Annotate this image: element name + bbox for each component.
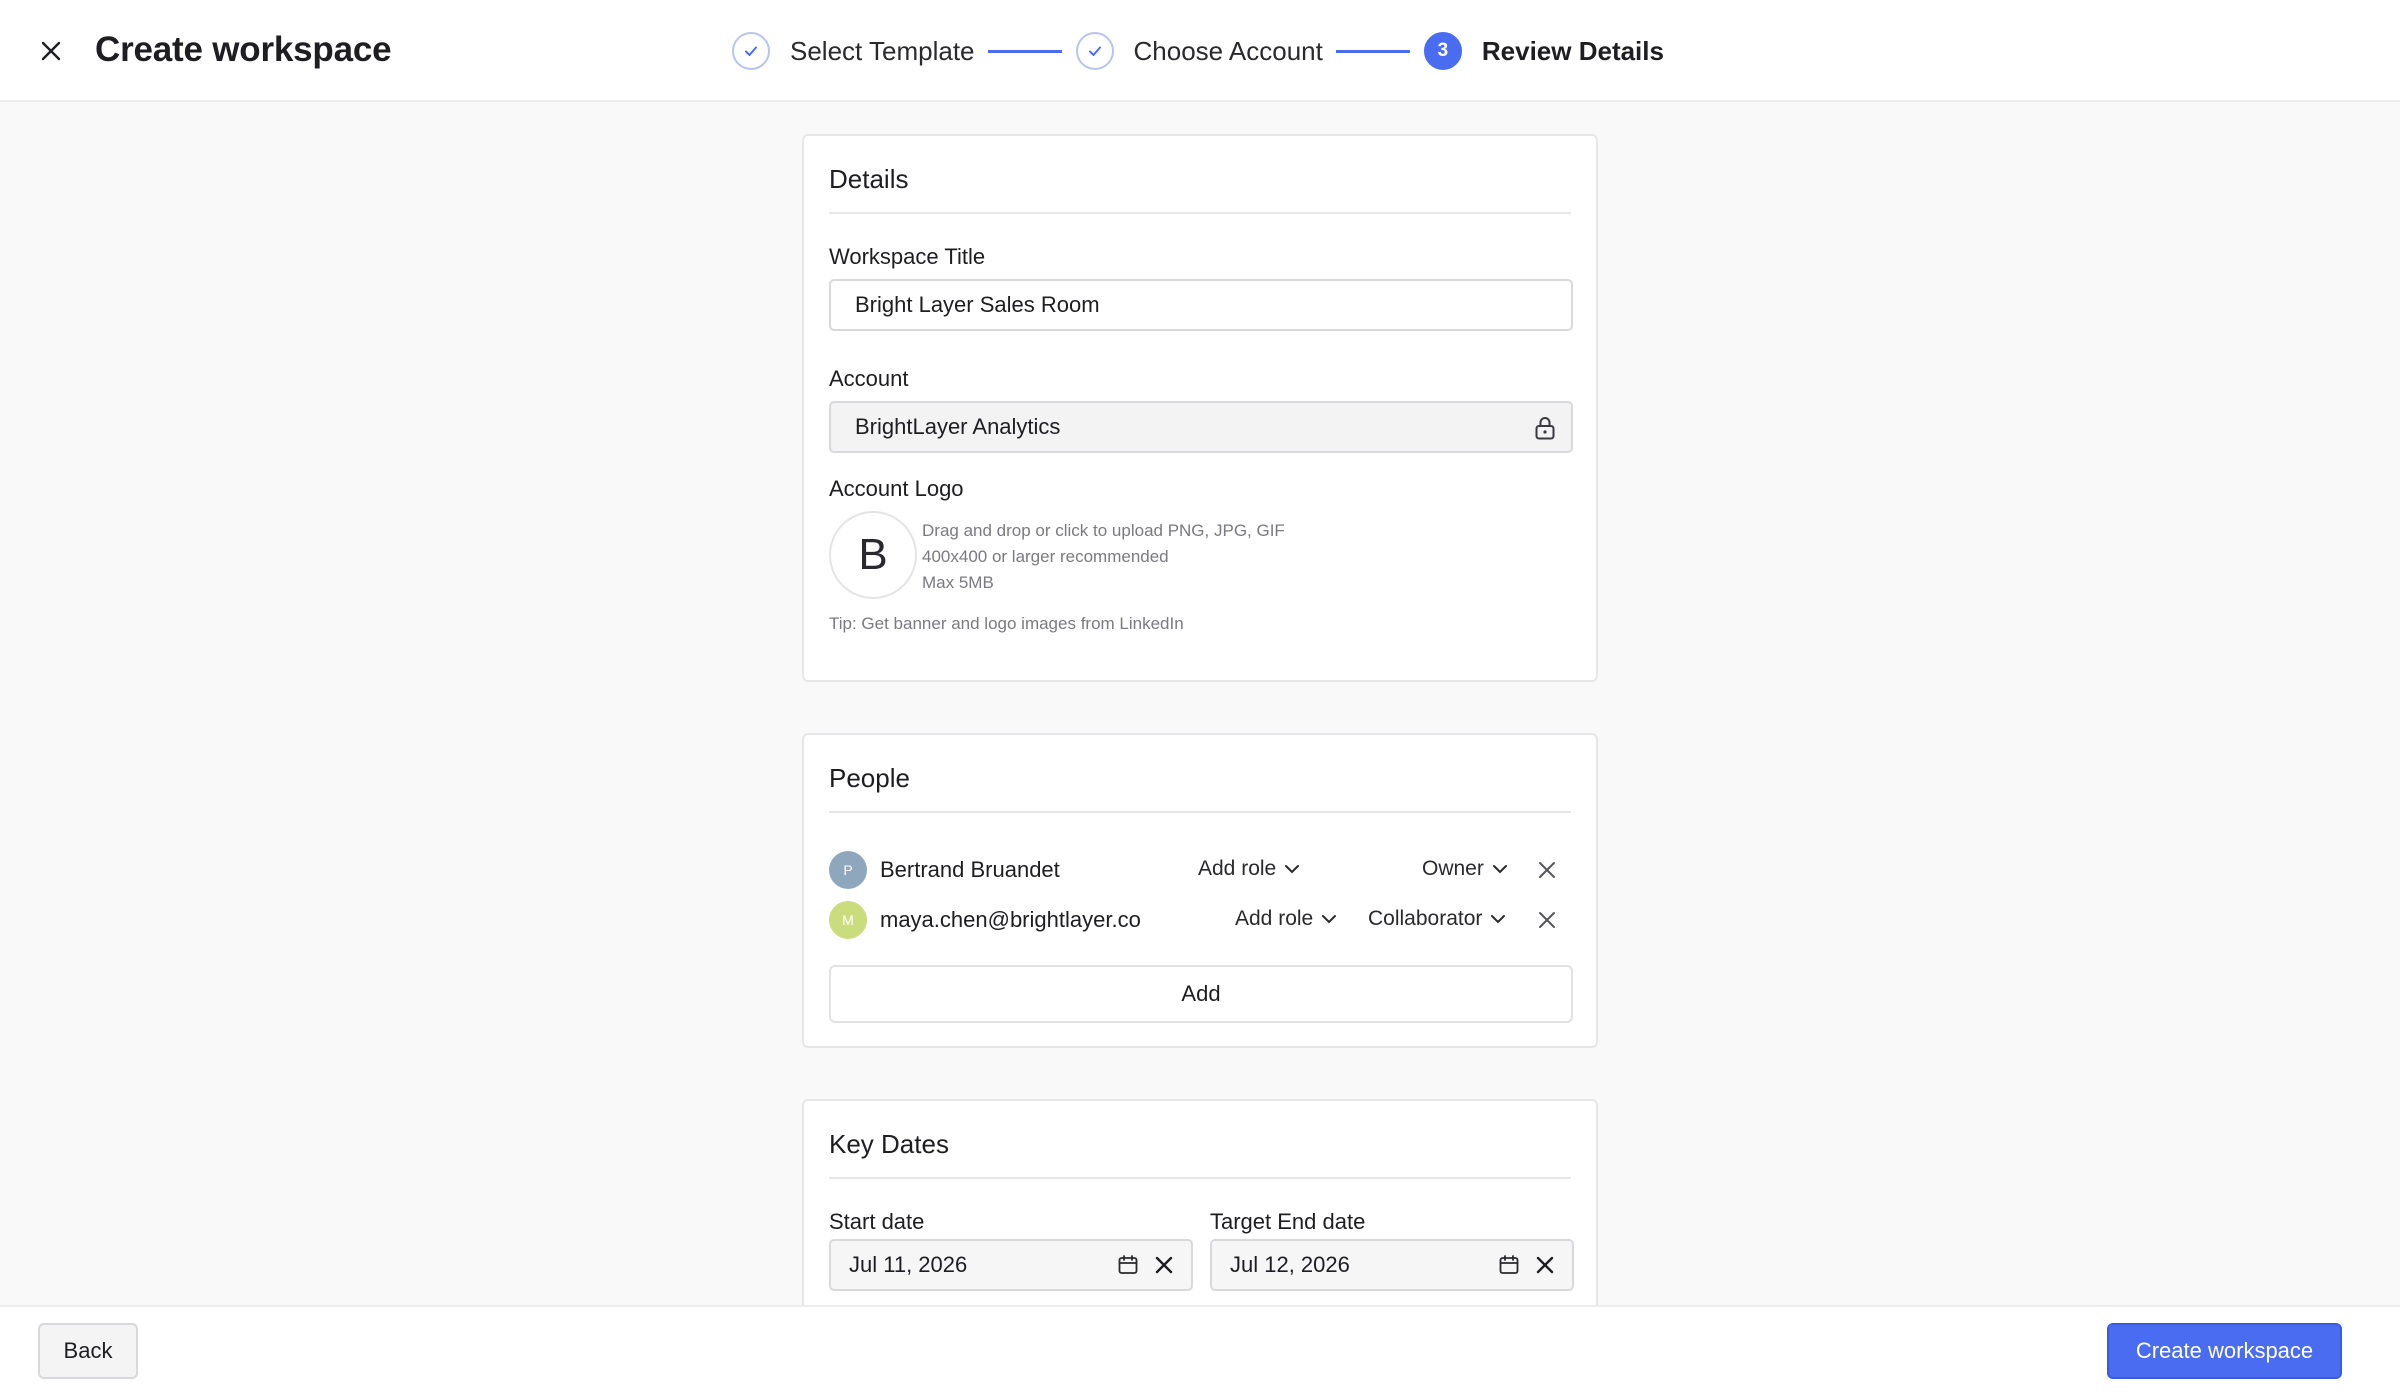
card-title: Details	[829, 164, 909, 194]
add-role-dropdown[interactable]: Add role	[1198, 857, 1300, 881]
permission-dropdown[interactable]: Owner	[1422, 857, 1508, 881]
account-logo-label: Account Logo	[829, 476, 964, 501]
add-person-button[interactable]: Add	[829, 965, 1573, 1023]
chevron-down-icon	[1285, 865, 1300, 874]
start-date-value: Jul 11, 2026	[849, 1252, 968, 1277]
workspace-title-label: Workspace Title	[829, 244, 986, 269]
add-role-dropdown[interactable]: Add role	[1235, 907, 1337, 931]
step-label: Select Template	[790, 35, 975, 66]
start-date-input[interactable]: Jul 11, 2026	[829, 1239, 1193, 1291]
end-date-value: Jul 12, 2026	[1230, 1252, 1350, 1277]
upload-hint-max: Max 5MB	[922, 573, 994, 592]
person-row: M maya.chen@brightlayer.co Add role Coll…	[829, 901, 1573, 941]
top-bar: Create workspace Select Template Choose …	[0, 0, 2400, 102]
people-card: People P Bertrand Bruandet Add role Owne…	[802, 733, 1598, 1048]
lock-icon	[1535, 417, 1555, 440]
step-select-template[interactable]: Select Template	[732, 32, 975, 70]
avatar: P	[829, 851, 867, 889]
person-name: Bertrand Bruandet	[880, 857, 1060, 882]
upload-hint-formats: Drag and drop or click to upload PNG, JP…	[922, 521, 1285, 540]
back-button[interactable]: Back	[38, 1323, 138, 1379]
divider	[829, 212, 1571, 214]
close-button[interactable]	[32, 32, 70, 70]
step-label: Choose Account	[1133, 35, 1323, 66]
check-icon	[745, 46, 757, 56]
page-title: Create workspace	[95, 30, 392, 69]
chevron-down-icon	[1492, 865, 1507, 874]
calendar-icon[interactable]	[1498, 1254, 1520, 1276]
step-choose-account[interactable]: Choose Account	[1075, 32, 1323, 70]
end-date-label: Target End date	[1210, 1209, 1366, 1234]
key-dates-card: Key Dates Start date Jul 11, 2026 Target…	[802, 1099, 1598, 1339]
avatar: M	[829, 901, 867, 939]
person-row: P Bertrand Bruandet Add role Owner	[829, 851, 1573, 891]
details-card: Details Workspace Title Account BrightLa…	[802, 134, 1598, 682]
step-connector	[987, 49, 1062, 53]
step-review-details[interactable]: 3 Review Details	[1423, 32, 1664, 70]
account-value: BrightLayer Analytics	[855, 414, 1061, 439]
step-number-badge: 3	[1423, 32, 1462, 70]
logo-upload-dropzone[interactable]: B	[829, 511, 917, 599]
step-label: Review Details	[1481, 35, 1664, 66]
permission-label: Owner	[1422, 857, 1484, 880]
account-field: BrightLayer Analytics	[829, 401, 1573, 453]
upload-hint-size: 400x400 or larger recommended	[922, 547, 1169, 566]
chevron-down-icon	[1491, 915, 1506, 924]
calendar-icon[interactable]	[1117, 1254, 1139, 1276]
clear-date-icon[interactable]	[1536, 1256, 1554, 1274]
create-workspace-button[interactable]: Create workspace	[2107, 1323, 2342, 1379]
start-date-label: Start date	[829, 1209, 925, 1234]
progress-stepper: Select Template Choose Account 3 Review …	[732, 30, 1664, 72]
end-date-input[interactable]: Jul 12, 2026	[1210, 1239, 1574, 1291]
add-role-label: Add role	[1235, 907, 1314, 930]
workspace-title-input[interactable]	[829, 279, 1573, 331]
divider	[829, 1177, 1571, 1179]
step-complete-check	[1075, 32, 1114, 70]
divider	[829, 811, 1571, 813]
chevron-down-icon	[1322, 915, 1337, 924]
check-icon	[1088, 46, 1101, 56]
close-icon	[41, 41, 61, 61]
permission-label: Collaborator	[1368, 907, 1483, 930]
remove-person-icon[interactable]	[1537, 860, 1557, 880]
step-connector	[1335, 49, 1410, 53]
remove-person-icon[interactable]	[1537, 910, 1557, 930]
person-name: maya.chen@brightlayer.co	[880, 907, 1141, 932]
permission-dropdown[interactable]: Collaborator	[1368, 907, 1506, 931]
card-title: Key Dates	[829, 1129, 949, 1159]
card-title: People	[829, 763, 910, 793]
clear-date-icon[interactable]	[1155, 1256, 1173, 1274]
footer-bar: Back Create workspace	[0, 1305, 2400, 1395]
logo-tip: Tip: Get banner and logo images from Lin…	[829, 614, 1184, 633]
step-complete-check	[732, 32, 770, 70]
account-label: Account	[829, 366, 909, 391]
add-role-label: Add role	[1198, 857, 1277, 880]
